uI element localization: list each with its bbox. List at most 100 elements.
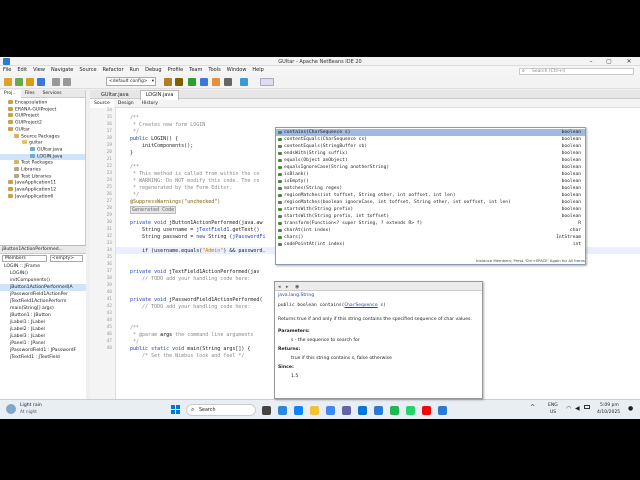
tree-item[interactable]: GUIProject2 — [0, 120, 85, 127]
tree-item[interactable]: GUItar — [0, 126, 85, 134]
generated-code-fold[interactable]: Generated Code — [130, 206, 177, 214]
tree-item[interactable]: Encapsulation — [0, 100, 85, 107]
tab-projects[interactable]: Proj... — [0, 90, 21, 98]
completion-item[interactable]: equalsIgnoreCase(String anotherString) bo… — [276, 164, 585, 171]
completion-item[interactable]: contentEquals(StringBuffer sb) boolean — [276, 143, 585, 150]
apply-code-changes-icon[interactable] — [240, 78, 248, 86]
javadoc-class[interactable]: java.lang.String — [278, 293, 314, 298]
tree-item[interactable]: JavaApplication6 — [0, 193, 85, 201]
taskbar-search[interactable]: ⌕ Search — [186, 404, 256, 416]
weather-icon[interactable] — [6, 404, 16, 414]
tree-item[interactable]: Test Libraries — [0, 173, 85, 181]
spotify-icon[interactable] — [390, 406, 399, 415]
build-icon[interactable] — [175, 78, 183, 86]
menu-source[interactable]: Source — [76, 66, 99, 75]
list-item[interactable]: jPasswordField1 : JPasswordF — [0, 347, 86, 354]
file-explorer-icon[interactable] — [310, 406, 319, 415]
completion-item[interactable]: startsWith(String prefix, int toffset) bo… — [276, 213, 585, 220]
completion-item[interactable]: isEmpty() boolean — [276, 178, 585, 185]
completion-item[interactable]: chars() IntStream — [276, 234, 585, 241]
profile-icon[interactable] — [212, 78, 220, 86]
menu-run[interactable]: Run — [127, 66, 143, 75]
menu-tools[interactable]: Tools — [205, 66, 223, 75]
menu-file[interactable]: File — [0, 66, 14, 75]
tree-item-selected[interactable]: LOGIN.java — [0, 153, 85, 161]
mail-icon[interactable] — [374, 406, 383, 415]
completion-item[interactable]: regionMatches(boolean ignoreCase, int to… — [276, 199, 585, 206]
open-project-icon[interactable] — [26, 78, 34, 86]
language-indicator[interactable]: ENG — [548, 403, 558, 408]
undo-icon[interactable] — [52, 78, 60, 86]
menu-profile[interactable]: Profile — [165, 66, 187, 75]
save-all-icon[interactable] — [37, 78, 45, 86]
list-item[interactable]: LOGIN() — [0, 270, 86, 277]
netbeans-taskbar-icon[interactable] — [438, 406, 447, 415]
debug-icon[interactable] — [200, 78, 208, 86]
back-icon[interactable]: ◂ — [278, 284, 281, 290]
volume-icon[interactable]: ◀ — [575, 405, 580, 412]
menu-navigate[interactable]: Navigate — [48, 66, 76, 75]
list-item[interactable]: LOGIN :: JFrame — [0, 263, 86, 270]
completion-item-selected[interactable]: contains(CharSequence s) boolean — [276, 129, 585, 136]
list-item[interactable]: jPasswordField1ActionPer — [0, 291, 86, 298]
list-item[interactable]: jTextField1 : JTextField — [0, 354, 86, 361]
tree-item[interactable]: JavaApplication12 — [0, 187, 85, 194]
completion-item[interactable]: equals(Object anObject) boolean — [276, 157, 585, 164]
task-view-icon[interactable] — [262, 406, 271, 415]
tab-services[interactable]: Services — [39, 90, 66, 98]
list-item[interactable]: jLabel1 : JLabel — [0, 319, 86, 326]
list-item[interactable]: jPanel1 : JPanel — [0, 340, 86, 347]
tab-history[interactable]: History — [138, 99, 162, 108]
list-item-selected[interactable]: jButton1ActionPerformed(A — [0, 284, 86, 291]
tab-design[interactable]: Design — [114, 99, 138, 108]
edge-icon[interactable] — [294, 406, 303, 415]
tree-item[interactable]: Source Packages — [0, 133, 85, 141]
clean-build-icon[interactable] — [164, 78, 172, 86]
navigator-empty-select[interactable]: <empty> — [50, 255, 83, 262]
tree-item[interactable]: Libraries — [0, 167, 85, 174]
chrome-icon[interactable] — [326, 406, 335, 415]
run-icon[interactable] — [188, 78, 196, 86]
menu-window[interactable]: Window — [224, 66, 250, 75]
open-browser-icon[interactable]: ◉ — [295, 284, 299, 290]
notification-icon[interactable]: ● — [628, 405, 633, 412]
tree-item[interactable]: JavaApplication11 — [0, 180, 85, 187]
list-item[interactable]: main(String[] args) — [0, 305, 86, 312]
memory-icon[interactable] — [224, 78, 232, 86]
battery-icon[interactable] — [584, 405, 590, 409]
completion-item[interactable]: matches(String regex) boolean — [276, 185, 585, 192]
menu-edit[interactable]: Edit — [14, 66, 30, 75]
list-item[interactable]: initComponents() — [0, 277, 86, 284]
configuration-select[interactable]: <default config> ▾ — [106, 77, 156, 86]
list-item[interactable]: jTextField1ActionPerform — [0, 298, 86, 305]
menu-help[interactable]: Help — [249, 66, 266, 75]
youtube-icon[interactable] — [422, 406, 431, 415]
completion-item[interactable]: contentEquals(CharSequence cs) boolean — [276, 136, 585, 143]
chevron-up-icon[interactable]: ^ — [530, 404, 535, 411]
menu-team[interactable]: Team — [186, 66, 205, 75]
completion-item[interactable]: charAt(int index) char — [276, 227, 585, 234]
list-item[interactable]: jButton1 : JButton — [0, 312, 86, 319]
clock-time[interactable]: 5:09 pm — [600, 403, 619, 408]
tree-item[interactable]: ERANA-GUIProject — [0, 106, 85, 114]
close-button[interactable]: ✕ — [622, 57, 636, 66]
list-item[interactable]: jLabel3 : JLabel — [0, 333, 86, 340]
store-icon[interactable] — [358, 406, 367, 415]
menu-view[interactable]: View — [30, 66, 48, 75]
redo-icon[interactable] — [63, 78, 71, 86]
completion-item[interactable]: regionMatches(int toffset, String other,… — [276, 192, 585, 199]
maximize-button[interactable]: ▢ — [602, 57, 616, 66]
completion-item[interactable]: codePointAt(int index) int — [276, 241, 585, 248]
tree-item[interactable]: GUItar.java — [0, 146, 85, 154]
list-item[interactable]: jLabel2 : JLabel — [0, 326, 86, 333]
new-file-icon[interactable] — [4, 78, 12, 86]
forward-icon[interactable]: ▸ — [286, 284, 289, 290]
completion-item[interactable]: startsWith(String prefix) boolean — [276, 206, 585, 213]
teams-icon[interactable] — [342, 406, 351, 415]
completion-item[interactable]: transform(Function<? super String, ? ext… — [276, 220, 585, 227]
clock-date[interactable]: 4/10/2025 — [597, 410, 620, 415]
new-project-icon[interactable] — [15, 78, 23, 86]
completion-item[interactable]: isBlank() boolean — [276, 171, 585, 178]
whatsapp-icon[interactable] — [406, 406, 415, 415]
menu-refactor[interactable]: Refactor — [100, 66, 127, 75]
